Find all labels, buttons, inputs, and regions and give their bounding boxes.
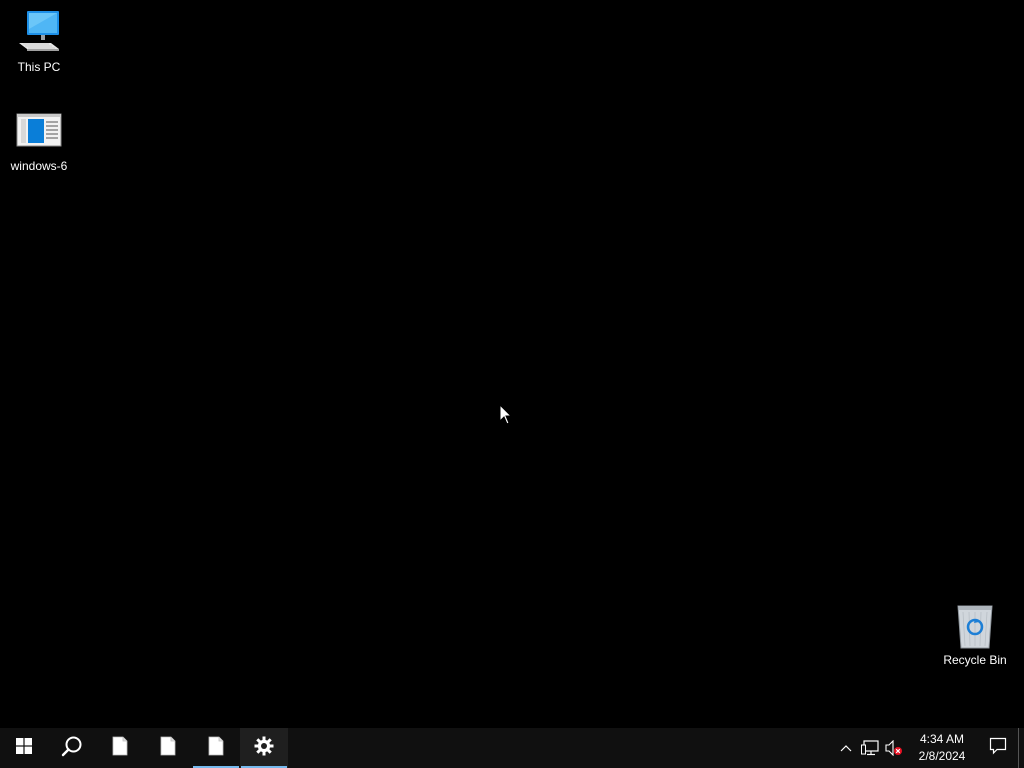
show-desktop-button[interactable] bbox=[1018, 728, 1024, 768]
start-button[interactable] bbox=[0, 728, 48, 768]
desktop-icon-recycle-bin[interactable]: Recycle Bin bbox=[937, 602, 1013, 667]
blank-file-icon bbox=[160, 736, 176, 761]
clock-date: 2/8/2024 bbox=[918, 749, 966, 763]
taskbar-file-2[interactable] bbox=[144, 728, 192, 768]
document-window-icon bbox=[15, 108, 63, 156]
mouse-pointer-icon bbox=[499, 403, 513, 426]
search-button[interactable] bbox=[48, 728, 96, 768]
taskbar-settings[interactable] bbox=[240, 728, 288, 768]
volume-muted-icon[interactable] bbox=[882, 728, 906, 768]
desktop-icon-this-pc[interactable]: This PC bbox=[1, 9, 77, 74]
taskbar-file-1[interactable] bbox=[96, 728, 144, 768]
system-tray: 4:34 AM 2/8/2024 bbox=[834, 728, 1024, 768]
clock-time: 4:34 AM bbox=[919, 732, 965, 746]
taskbar-file-3[interactable] bbox=[192, 728, 240, 768]
desktop-icon-label: Recycle Bin bbox=[943, 653, 1007, 667]
desktop-icon-label: windows-6 bbox=[10, 159, 68, 173]
gear-icon bbox=[254, 736, 274, 761]
search-icon bbox=[61, 735, 83, 762]
action-center-icon bbox=[989, 737, 1007, 760]
chevron-up-icon[interactable] bbox=[834, 728, 858, 768]
desktop-icon-windows-6[interactable]: windows-6 bbox=[1, 108, 77, 173]
taskbar: 4:34 AM 2/8/2024 bbox=[0, 728, 1024, 768]
blank-file-icon bbox=[112, 736, 128, 761]
taskbar-clock[interactable]: 4:34 AM 2/8/2024 bbox=[906, 728, 978, 768]
network-icon[interactable] bbox=[858, 728, 882, 768]
windows-logo-icon bbox=[16, 737, 32, 759]
desktop: This PC windows-6 Recycle Bin bbox=[0, 0, 1024, 728]
blank-file-icon bbox=[208, 736, 224, 761]
action-center-button[interactable] bbox=[978, 728, 1018, 768]
computer-icon bbox=[15, 9, 63, 57]
desktop-icon-label: This PC bbox=[17, 60, 61, 74]
recycle-bin-icon bbox=[951, 602, 999, 650]
